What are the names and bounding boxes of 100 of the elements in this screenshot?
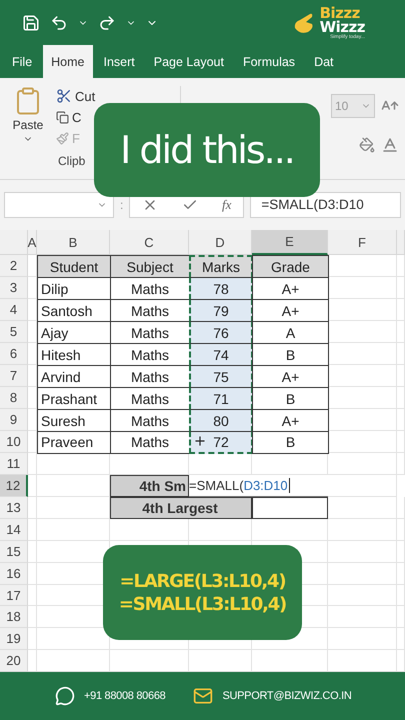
grid-cell[interactable]: [397, 255, 405, 278]
grid-cell[interactable]: [397, 343, 405, 366]
grid-cell[interactable]: [397, 430, 405, 453]
grid-cell[interactable]: [328, 606, 397, 628]
row-header[interactable]: 12: [0, 474, 28, 497]
grid-cell[interactable]: [28, 452, 37, 475]
row-header[interactable]: 8: [0, 387, 28, 410]
grid-cell[interactable]: [189, 518, 252, 541]
column-heading: Grade: [252, 255, 329, 278]
grid-cell[interactable]: [328, 430, 397, 453]
table-cell: 80: [189, 409, 253, 432]
grid-cell[interactable]: [328, 540, 397, 563]
table-cell: 74: [189, 343, 253, 366]
row-header[interactable]: 11: [0, 452, 28, 475]
name-box[interactable]: [4, 192, 114, 218]
paste-button[interactable]: Paste: [12, 118, 44, 132]
grid-cell[interactable]: [328, 343, 397, 366]
grid-cell[interactable]: [37, 518, 110, 541]
grid-cell[interactable]: [328, 387, 397, 410]
formula-field[interactable]: =SMALL(D3:D10: [250, 192, 401, 218]
grid-cell[interactable]: [37, 452, 110, 475]
row-header[interactable]: 10: [0, 430, 28, 453]
cut-button[interactable]: Cut: [56, 88, 96, 104]
row-header[interactable]: 20: [0, 650, 28, 672]
ribbon-tab[interactable]: File: [4, 45, 40, 78]
grid-cell[interactable]: [328, 474, 397, 497]
grid-cell[interactable]: [328, 628, 397, 650]
grid-cell[interactable]: [397, 365, 405, 388]
table-cell: 71: [189, 387, 253, 410]
grid-cell[interactable]: [252, 518, 328, 541]
row-header[interactable]: 19: [0, 628, 28, 650]
column-header[interactable]: B: [37, 230, 110, 256]
fill-color-icon[interactable]: [359, 137, 375, 153]
redo-icon[interactable]: [98, 14, 116, 32]
insert-function-button[interactable]: fx: [222, 196, 232, 213]
copy-button[interactable]: C: [56, 110, 96, 125]
grid-cell[interactable]: [397, 518, 405, 541]
grid-cell[interactable]: [28, 540, 37, 563]
grid-cell[interactable]: [328, 409, 397, 431]
grid-cell[interactable]: [28, 496, 37, 519]
grid-cell[interactable]: [28, 474, 37, 497]
ribbon-tab[interactable]: Insert: [96, 45, 143, 78]
ribbon-tab[interactable]: Formulas: [234, 45, 304, 78]
grid-cell[interactable]: [28, 584, 37, 606]
row-header[interactable]: 14: [0, 518, 28, 541]
table-cell: A: [252, 321, 329, 344]
grid-cell[interactable]: [328, 584, 397, 606]
ribbon-tab[interactable]: Home: [43, 45, 92, 78]
row-header[interactable]: 18: [0, 606, 28, 628]
grid-cell[interactable]: [28, 562, 37, 585]
grid-cell[interactable]: [397, 628, 405, 650]
grid-cell[interactable]: [397, 606, 405, 628]
row-header[interactable]: 7: [0, 365, 28, 388]
grid-cell[interactable]: [328, 452, 397, 475]
grid-cell[interactable]: [28, 518, 37, 541]
grid-cell[interactable]: [397, 452, 405, 475]
ribbon-tab[interactable]: Page Layout: [146, 45, 232, 78]
column-header[interactable]: C: [110, 230, 189, 256]
column-header[interactable]: E: [252, 230, 328, 256]
grid-cell[interactable]: [328, 277, 397, 300]
ribbon-tab[interactable]: Dat: [306, 45, 342, 78]
save-icon[interactable]: [22, 14, 40, 32]
table-cell: 75: [189, 365, 253, 388]
column-header[interactable]: D: [189, 230, 252, 256]
paintbrush-icon: [56, 132, 69, 145]
grid-cell[interactable]: [28, 606, 37, 628]
row-header[interactable]: 5: [0, 321, 28, 344]
grid-cell[interactable]: [28, 628, 37, 650]
row-header[interactable]: 9: [0, 409, 28, 431]
grid-cell[interactable]: [397, 562, 405, 585]
grid-cell[interactable]: [397, 540, 405, 563]
grid-cell[interactable]: [328, 496, 397, 519]
grid-cell[interactable]: [397, 409, 405, 431]
row-header[interactable]: 16: [0, 562, 28, 585]
caption-text: I did this...: [120, 128, 294, 172]
result-cell[interactable]: [252, 496, 328, 519]
grid-cell[interactable]: [328, 365, 397, 388]
row-header[interactable]: 2: [0, 255, 28, 278]
grid-cell[interactable]: [328, 299, 397, 322]
grid-cell[interactable]: [328, 321, 397, 344]
grid-cell[interactable]: [397, 387, 405, 410]
grid-cell[interactable]: [397, 277, 405, 300]
grid-cell[interactable]: [328, 518, 397, 541]
row-header[interactable]: 13: [0, 496, 28, 519]
font-color-icon[interactable]: [381, 136, 399, 154]
row-header[interactable]: 6: [0, 343, 28, 366]
column-header[interactable]: F: [328, 230, 397, 256]
grid-cell[interactable]: [397, 584, 405, 606]
grid-cell[interactable]: [328, 562, 397, 585]
grid-cell[interactable]: [328, 255, 397, 278]
undo-icon[interactable]: [50, 14, 68, 32]
column-header[interactable]: A: [28, 230, 37, 256]
row-header[interactable]: 17: [0, 584, 28, 606]
grid-cell[interactable]: [110, 518, 189, 541]
grid-cell[interactable]: [397, 299, 405, 322]
grid-cell[interactable]: [397, 496, 405, 519]
row-header[interactable]: 4: [0, 299, 28, 322]
row-header[interactable]: 3: [0, 277, 28, 300]
row-header[interactable]: 15: [0, 540, 28, 563]
grid-cell[interactable]: [397, 321, 405, 344]
